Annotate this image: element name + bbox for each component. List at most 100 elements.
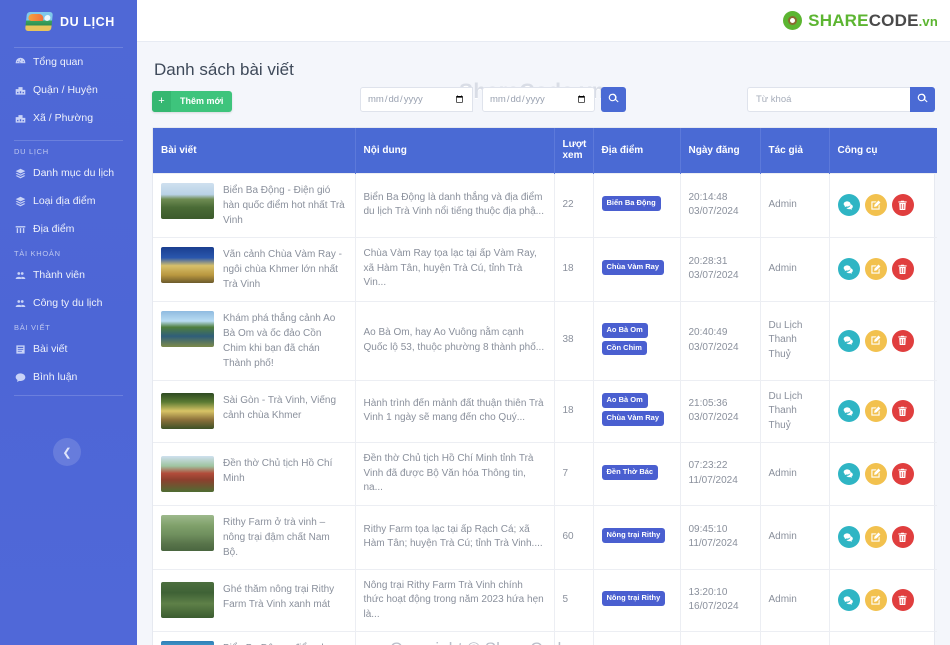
delete-button[interactable]	[891, 589, 914, 612]
col-header-article: Bài viết	[153, 128, 356, 173]
comment-button[interactable]	[837, 400, 860, 423]
table-row[interactable]: Đền thờ Chủ tịch Hồ Chí Minh Đền thờ Chủ …	[153, 442, 937, 505]
delete-button[interactable]	[891, 258, 914, 280]
article-title[interactable]: Khám phá thắng cảnh Ao Bà Om và ốc đảo C…	[223, 311, 347, 371]
city-icon	[14, 112, 26, 124]
table-row[interactable]: Vãn cảnh Chùa Vàm Ray - ngôi chùa Khmer …	[153, 236, 937, 301]
cell-views: 60	[554, 504, 594, 569]
table-row[interactable]: Biển Ba Động - Điện gió hàn quốc điểm ho…	[153, 172, 937, 237]
table-head: Bài viết Nội dung Lượt xem Địa điểm Ngày…	[153, 128, 937, 173]
sidebar-section-taikhoan: TÀI KHOẢN	[14, 249, 61, 258]
search-input[interactable]	[747, 87, 910, 112]
article-title[interactable]: Biển Ba Động - Điện gió hàn quốc điểm ho…	[223, 183, 347, 228]
place-badge: Biển Ba Động	[601, 196, 661, 211]
table-row[interactable]: Sài Gòn - Trà Vinh, Viếng cảnh chùa Khme…	[153, 379, 937, 443]
delete-button[interactable]	[891, 462, 914, 485]
date-to-input[interactable]	[482, 87, 595, 112]
cell-tools	[829, 172, 937, 237]
cell-article: Khám phá thắng cảnh Ao Bà Om và ốc đảo C…	[153, 300, 356, 380]
table-row[interactable]: Rithy Farm ở trà vinh – nông trại đậm ch…	[153, 504, 937, 569]
comment-button[interactable]	[837, 329, 860, 352]
cell-article: Ghé thăm nông trại Rithy Farm Trà Vinh x…	[153, 568, 356, 632]
sidebar-item-cong-ty-du-lich[interactable]: Công ty du lịch	[0, 289, 137, 317]
place-badge: Chùa Vàm Ray	[601, 260, 665, 275]
edit-button[interactable]	[864, 329, 887, 352]
col-header-date: Ngày đăng	[680, 128, 761, 173]
cell-tools	[829, 300, 937, 380]
cell-content: Ao Bà Om, hay Ao Vuông nằm cạnh Quốc lộ …	[355, 300, 555, 380]
sidebar-item-label: Loại địa điểm	[33, 194, 96, 207]
articles-table: Bài viết Nội dung Lượt xem Địa điểm Ngày…	[153, 128, 937, 645]
landmark-icon	[14, 223, 26, 235]
edit-button[interactable]	[864, 526, 887, 548]
sharecode-logo-icon	[783, 11, 803, 30]
article-title[interactable]: Ghé thăm nông trại Rithy Farm Trà Vinh x…	[223, 582, 347, 612]
cell-date: 13:32:3416/07/2024	[680, 631, 761, 645]
sidebar-item-dia-diem[interactable]: Địa điểm	[0, 215, 137, 243]
cell-tools	[829, 568, 937, 632]
article-title[interactable]: Rithy Farm ở trà vinh – nông trại đậm ch…	[223, 515, 347, 560]
cell-tools	[829, 236, 937, 301]
cell-article: Rithy Farm ở trà vinh – nông trại đậm ch…	[153, 504, 356, 569]
search-icon	[608, 92, 619, 107]
comment-button[interactable]	[837, 589, 860, 612]
delete-button[interactable]	[891, 526, 914, 548]
sidebar-item-thanh-vien[interactable]: Thành viên	[0, 261, 137, 289]
sidebar-collapse-button[interactable]: ❮	[53, 438, 81, 466]
sidebar-item-bai-viet[interactable]: Bài viết	[0, 335, 137, 363]
table-row[interactable]: Khám phá thắng cảnh Ao Bà Om và ốc đảo C…	[153, 300, 937, 380]
table-row[interactable]: Ghé thăm nông trại Rithy Farm Trà Vinh x…	[153, 568, 937, 632]
sidebar-item-label: Thành viên	[33, 268, 85, 281]
add-new-button[interactable]: + Thêm mới	[152, 90, 233, 112]
sidebar-item-tong-quan[interactable]: Tổng quan	[0, 48, 137, 76]
cell-views: 7	[554, 442, 594, 505]
edit-button[interactable]	[864, 589, 887, 612]
sidebar-item-loai-dia-diem[interactable]: Loại địa điểm	[0, 187, 137, 215]
comment-button[interactable]	[837, 194, 860, 216]
users-icon	[14, 297, 26, 309]
cell-author: Admin	[760, 442, 830, 505]
page-content: ShareCode.vn Danh sách bài viết + Thêm m…	[137, 42, 950, 645]
sidebar-item-quan-huyen[interactable]: Quận / Huyện	[0, 76, 137, 104]
delete-button[interactable]	[891, 329, 914, 352]
place-badge: Đền Thờ Bác	[601, 464, 659, 480]
comment-button[interactable]	[837, 462, 860, 485]
cell-author: Admin	[760, 568, 830, 632]
topbar: SHARECODE.vn	[137, 0, 950, 42]
date-search-button[interactable]	[601, 87, 626, 112]
sidebar-item-binh-luan[interactable]: Bình luận	[0, 363, 137, 391]
sidebar-item-xa-phuong[interactable]: Xã / Phường	[0, 104, 137, 132]
cell-views: 38	[554, 300, 594, 380]
cell-views: 3	[554, 631, 594, 645]
table-row[interactable]: Biển Ba Động - điểm du lịch hấp dẫn bật …	[153, 631, 937, 645]
article-title[interactable]: Sài Gòn - Trà Vinh, Viếng cảnh chùa Khme…	[223, 393, 347, 423]
cell-content: Chùa Vàm Ray tọa lạc tại ấp Vàm Ray, xã …	[355, 236, 555, 301]
edit-button[interactable]	[864, 462, 887, 485]
article-thumbnail	[161, 582, 214, 619]
sidebar-item-label: Công ty du lịch	[33, 296, 103, 309]
cell-date: 13:20:10 16/07/2024	[680, 568, 761, 632]
article-title[interactable]: Vãn cảnh Chùa Vàm Ray - ngôi chùa Khmer …	[223, 247, 347, 292]
sidebar-item-label: Quận / Huyện	[33, 83, 98, 96]
sidebar-item-danh-muc-du-lich[interactable]: Danh mục du lịch	[0, 159, 137, 187]
cell-views: 5	[554, 568, 594, 632]
edit-button[interactable]	[864, 194, 887, 216]
edit-button[interactable]	[864, 400, 887, 423]
article-thumbnail	[161, 514, 214, 551]
comment-button[interactable]	[837, 258, 860, 280]
article-title[interactable]: Biển Ba Động - điểm du lịch hấp dẫn bật …	[223, 641, 347, 645]
delete-button[interactable]	[891, 194, 914, 216]
brand[interactable]: DU LỊCH	[0, 4, 137, 39]
date-from-input[interactable]	[360, 87, 473, 112]
article-title[interactable]: Đền thờ Chủ tịch Hồ Chí Minh	[223, 456, 347, 486]
col-header-content: Nội dung	[355, 128, 555, 173]
edit-button[interactable]	[864, 258, 887, 280]
cell-article: Vãn cảnh Chùa Vàm Ray - ngôi chùa Khmer …	[153, 236, 356, 301]
article-thumbnail	[161, 246, 214, 283]
cell-date: 07:23:22 11/07/2024	[680, 442, 761, 505]
delete-button[interactable]	[891, 400, 914, 423]
cell-place: Ao Bà Om Chùa Vàm Ray	[593, 379, 681, 443]
keyword-search-button[interactable]	[910, 87, 935, 112]
brand-label: DU LỊCH	[60, 14, 115, 29]
comment-button[interactable]	[837, 526, 860, 548]
